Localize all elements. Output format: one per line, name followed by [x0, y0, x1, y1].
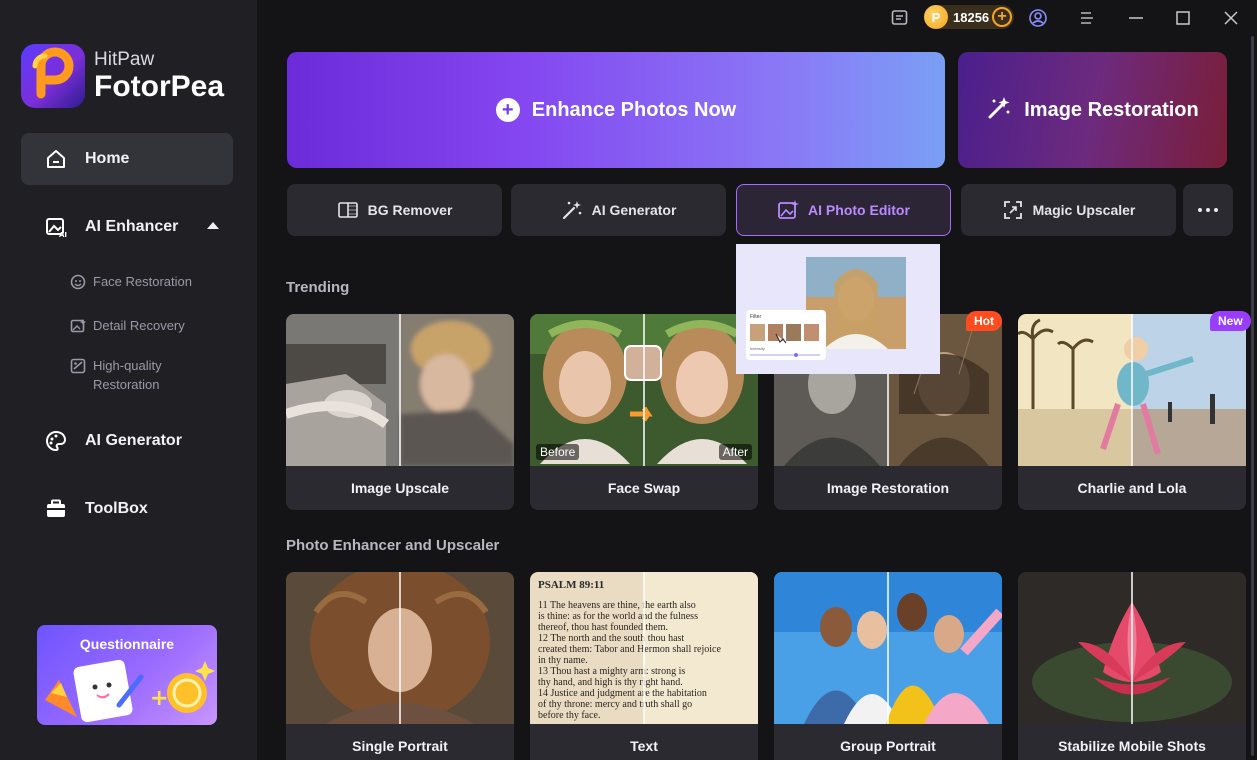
card-thumbnail: [286, 314, 514, 466]
bg-remover-icon: [337, 199, 359, 221]
card-charlie-and-lola[interactable]: Charlie and Lola: [1018, 314, 1246, 510]
home-icon: [45, 148, 67, 170]
photo-edit-icon: [777, 199, 800, 221]
card-thumbnail: [1018, 314, 1246, 466]
more-tools-button[interactable]: [1183, 184, 1233, 236]
preview-filter-label: Filter: [750, 314, 762, 320]
sidebar-item-toolbox[interactable]: ToolBox: [21, 483, 233, 535]
account-icon[interactable]: [1028, 8, 1048, 33]
section-title-photo-enhancer: Photo Enhancer and Upscaler: [286, 537, 500, 554]
restore-icon: [70, 358, 86, 374]
image-restoration-label: Image Restoration: [1024, 98, 1199, 121]
sidebar-subitem-label: Detail Recovery: [93, 318, 185, 333]
enhance-photos-label: Enhance Photos Now: [531, 98, 737, 121]
enhance-photos-banner[interactable]: + Enhance Photos Now: [287, 52, 945, 168]
card-label: Text: [630, 738, 658, 754]
card-thumbnail: [286, 572, 514, 724]
coins-count: 18256: [953, 9, 990, 25]
sidebar-item-ai-generator[interactable]: AI Generator: [21, 415, 233, 467]
card-stabilize-mobile-shots[interactable]: Stabilize Mobile Shots: [1018, 572, 1246, 760]
maximize-icon[interactable]: [1174, 8, 1192, 33]
psalm-text: 11 The heavens are thine, the earth also…: [538, 600, 721, 721]
ai-image-icon: AI: [45, 216, 67, 238]
questionnaire-illustration-icon: +: [45, 659, 215, 723]
sidebar: HitPaw FotorPea Home AI AI Enhancer Face…: [0, 0, 257, 760]
card-label: Group Portrait: [840, 738, 936, 754]
sidebar-item-label: ToolBox: [85, 500, 148, 517]
menu-icon[interactable]: [1078, 8, 1096, 33]
card-thumbnail: [774, 572, 1002, 724]
sidebar-item-label: Home: [85, 150, 130, 167]
sidebar-subitem-label: High-quality Restoration: [93, 358, 162, 392]
magic-wand-icon: [986, 95, 1012, 126]
close-icon[interactable]: [1222, 8, 1240, 33]
tool-label: AI Photo Editor: [808, 202, 910, 218]
minimize-icon[interactable]: [1127, 8, 1145, 33]
coins-balance[interactable]: P 18256 +: [924, 5, 1014, 29]
card-label: Face Swap: [607, 480, 681, 496]
card-label: Charlie and Lola: [1077, 480, 1187, 496]
tool-label: AI Generator: [591, 202, 677, 218]
main-scrollbar[interactable]: [1251, 36, 1254, 756]
toolbox-icon: [45, 498, 67, 520]
card-thumbnail: Before After: [530, 314, 758, 466]
feedback-icon[interactable]: [890, 8, 910, 33]
card-thumbnail: PSALM 89:11 11 The heavens are thine, th…: [530, 572, 758, 724]
plus-circle-icon: +: [495, 98, 520, 122]
more-dots-icon: [1198, 208, 1202, 212]
section-title-trending: Trending: [286, 279, 350, 296]
sidebar-item-label: AI Generator: [85, 432, 182, 449]
sidebar-subitem-detail-recovery[interactable]: Detail Recovery: [70, 316, 185, 335]
sidebar-item-ai-enhancer[interactable]: AI AI Enhancer: [21, 201, 233, 253]
card-image-upscale[interactable]: Image Upscale: [286, 314, 514, 510]
card-single-portrait[interactable]: Single Portrait: [286, 572, 514, 760]
coin-icon: P: [924, 5, 948, 29]
preview-intensity-label: Intensity: [750, 346, 765, 351]
sidebar-subitem-label: Face Restoration: [93, 274, 192, 289]
tool-label: Magic Upscaler: [1032, 202, 1136, 218]
palette-icon: [45, 430, 67, 452]
tool-label: BG Remover: [367, 202, 453, 218]
ai-generator-button[interactable]: AI Generator: [511, 184, 726, 236]
ai-photo-editor-button[interactable]: AI Photo Editor: [736, 184, 951, 236]
svg-text:+: +: [150, 686, 168, 711]
card-text[interactable]: PSALM 89:11 11 The heavens are thine, th…: [530, 572, 758, 760]
magic-upscaler-button[interactable]: Magic Upscaler: [961, 184, 1176, 236]
card-label: Image Restoration: [826, 480, 950, 496]
bg-remover-button[interactable]: BG Remover: [287, 184, 502, 236]
svg-text:AI: AI: [59, 231, 67, 238]
card-group-portrait[interactable]: Group Portrait: [774, 572, 1002, 760]
new-badge: New: [1210, 311, 1251, 331]
sidebar-subitem-high-quality-restoration[interactable]: High-quality Restoration: [70, 356, 190, 394]
app-logo: HitPaw FotorPea: [21, 44, 224, 108]
brand-large: FotorPea: [94, 70, 225, 103]
sidebar-subitem-face-restoration[interactable]: Face Restoration: [70, 272, 192, 291]
before-label: Before: [536, 444, 580, 460]
card-face-swap[interactable]: Before After Face Swap: [530, 314, 758, 510]
psalm-heading: PSALM 89:11: [538, 579, 605, 591]
image-sparkle-icon: [70, 318, 86, 334]
card-label: Stabilize Mobile Shots: [1058, 738, 1206, 754]
sidebar-item-label: AI Enhancer: [85, 218, 179, 235]
ai-photo-editor-preview: Filter Intensity: [736, 244, 940, 374]
ai-wand-icon: [561, 199, 583, 221]
expand-icon: [1002, 199, 1024, 221]
face-icon: [70, 274, 86, 290]
hot-badge: Hot: [966, 311, 1002, 331]
caret-up-icon[interactable]: [207, 222, 219, 229]
image-restoration-banner[interactable]: Image Restoration: [958, 52, 1227, 168]
sidebar-item-home[interactable]: Home: [21, 133, 233, 185]
questionnaire-banner[interactable]: Questionnaire +: [37, 625, 217, 725]
card-label: Single Portrait: [352, 738, 448, 754]
brand-small: HitPaw: [94, 49, 155, 70]
add-coins-icon[interactable]: +: [992, 7, 1012, 27]
after-label: After: [718, 444, 752, 460]
card-thumbnail: [1018, 572, 1246, 724]
card-label: Image Upscale: [350, 480, 450, 496]
logo-mark-icon: [21, 44, 85, 108]
